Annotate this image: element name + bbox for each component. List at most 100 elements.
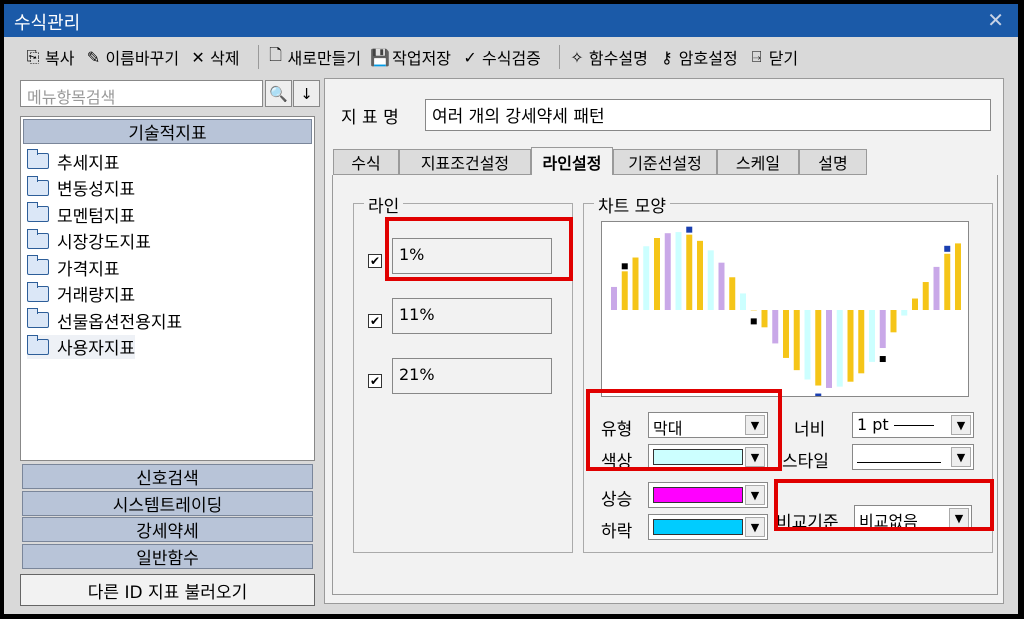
preview-bar xyxy=(718,262,725,310)
preview-marker xyxy=(815,393,822,396)
load-other-id-button[interactable]: 다른 ID 지표 불러오기 xyxy=(20,574,315,606)
close-icon[interactable]: ✕ xyxy=(987,8,1004,32)
category-header-technical[interactable]: 기술적지표 xyxy=(23,119,312,144)
chevron-down-icon[interactable]: ▼ xyxy=(745,517,765,537)
tab[interactable]: 지표조건설정 xyxy=(399,149,531,175)
toolbar-label: 복사 xyxy=(45,49,75,68)
preview-bar xyxy=(740,293,746,310)
tree-item[interactable]: 모멘텀지표 xyxy=(26,202,135,227)
tab[interactable]: 수식 xyxy=(333,149,399,175)
line-checkbox[interactable]: ✔ xyxy=(368,254,382,268)
chart-shape-label: 차트 모양 xyxy=(594,192,670,217)
formula-manager-window: 수식관리 ✕ ⎘ 복사 ✎ 이름바꾸기 ✕ 삭제 🗋 새로만들기 💾 작업저장 ✓ 수식검증 ✧ 함수설명… xyxy=(4,4,1018,614)
up-color-select[interactable]: ▼ xyxy=(648,482,768,508)
preview-bar xyxy=(621,271,628,310)
rename-icon: ✎ xyxy=(86,47,101,67)
tab[interactable]: 기준선설정 xyxy=(613,149,717,175)
indicator-name-field[interactable]: 여러 개의 강세약세 패턴 xyxy=(425,99,991,131)
category-section[interactable]: 강세약세 xyxy=(22,517,313,542)
toolbar: ⎘ 복사 ✎ 이름바꾸기 ✕ 삭제 🗋 새로만들기 💾 작업저장 ✓ 수식검증 ✧ 함수설명 ⚷ 암호설정 ⍈ 닫… xyxy=(4,40,1018,74)
preview-marker xyxy=(750,318,757,325)
preview-bar xyxy=(933,266,940,310)
toolbar-button-1[interactable]: ✎ 이름바꾸기 xyxy=(84,43,179,71)
toolbar-label: 암호설정 xyxy=(678,49,738,68)
toolbar-button-3[interactable]: 🗋 새로만들기 xyxy=(267,43,361,71)
tree-item-label: 변동성지표 xyxy=(57,180,136,200)
preview-bar xyxy=(944,253,951,310)
folder-icon xyxy=(26,228,49,249)
chevron-down-icon[interactable]: ▼ xyxy=(745,485,765,505)
menu-search-input[interactable]: 메뉴항목검색 xyxy=(20,80,263,107)
down-label: 하락 xyxy=(601,522,633,542)
tree-item[interactable]: 가격지표 xyxy=(26,255,120,280)
preview-bar xyxy=(793,310,800,371)
preview-bar xyxy=(869,310,875,362)
preview-bar xyxy=(632,257,639,310)
line-value-field[interactable]: 11% xyxy=(392,298,552,334)
style-select[interactable]: ▼ xyxy=(852,444,974,470)
exit-icon: ⍈ xyxy=(751,47,762,66)
toolbar-button-0[interactable]: ⎘ 복사 xyxy=(24,43,75,71)
preview-bar xyxy=(675,232,682,310)
style-label: 스타일 xyxy=(782,452,829,472)
title-bar: 수식관리 ✕ xyxy=(4,4,1018,37)
preview-marker xyxy=(686,226,693,233)
search-icon[interactable]: 🔍 xyxy=(265,80,292,107)
chevron-down-icon[interactable]: ▼ xyxy=(951,447,971,467)
category-section[interactable]: 시스템트레이딩 xyxy=(22,490,313,516)
toolbar-button-6[interactable]: ✧ 함수설명 xyxy=(568,43,648,71)
highlight-type-color xyxy=(586,389,782,471)
preview-bar xyxy=(901,310,908,316)
left-panel: 메뉴항목검색 🔍 ↓ 기술적지표 추세지표변동성지표 모멘텀지표시장강도지표 가격지… xyxy=(12,76,320,606)
width-label: 너비 xyxy=(794,420,826,440)
preview-bar xyxy=(836,310,843,387)
up-label: 상승 xyxy=(601,490,633,510)
delete-icon: ✕ xyxy=(191,47,205,67)
folder-icon xyxy=(26,308,49,328)
preview-bar xyxy=(686,234,693,310)
tree-item[interactable]: 추세지표 xyxy=(26,149,120,174)
tree-item[interactable]: 거래량지표 xyxy=(26,281,135,306)
toolbar-label: 이름바꾸기 xyxy=(105,49,180,68)
toolbar-button-2[interactable]: ✕ 삭제 xyxy=(189,43,239,71)
highlight-compare xyxy=(774,479,994,531)
tree-item[interactable]: 변동성지표 xyxy=(26,175,136,200)
tree-item[interactable]: 사용자지표 xyxy=(26,334,136,359)
preview-bar xyxy=(707,250,714,310)
down-arrow-icon[interactable]: ↓ xyxy=(293,80,320,107)
preview-bar xyxy=(804,310,811,380)
chevron-down-icon[interactable]: ▼ xyxy=(951,415,971,435)
line-checkbox[interactable]: ✔ xyxy=(368,374,382,388)
tree-item-label: 시장강도지표 xyxy=(57,233,151,253)
toolbar-button-7[interactable]: ⚷ 암호설정 xyxy=(658,43,738,71)
down-color-select[interactable]: ▼ xyxy=(648,514,768,540)
category-section[interactable]: 신호검색 xyxy=(22,464,313,489)
toolbar-button-4[interactable]: 💾 작업저장 xyxy=(370,43,451,71)
category-section[interactable]: 일반함수 xyxy=(22,543,313,569)
preview-marker xyxy=(621,263,628,270)
preview-bar xyxy=(611,286,617,310)
preview-bar xyxy=(955,243,961,310)
preview-marker xyxy=(879,356,886,363)
style-line-sample xyxy=(857,462,941,463)
toolbar-label: 수식검증 xyxy=(482,49,541,68)
preview-bar xyxy=(643,246,650,310)
tree-item[interactable]: 시장강도지표 xyxy=(26,228,151,253)
tab[interactable]: 스케일 xyxy=(717,149,799,175)
preview-bar xyxy=(815,310,822,386)
tab[interactable]: 라인설정 xyxy=(531,147,613,175)
tree-item-label: 사용자지표 xyxy=(57,339,136,359)
toolbar-button-5[interactable]: ✓ 수식검증 xyxy=(461,43,541,71)
line-value-field[interactable]: 21% xyxy=(392,358,552,394)
toolbar-button-8[interactable]: ⍈ 닫기 xyxy=(748,43,798,71)
preview-bar xyxy=(761,310,768,328)
down-color-swatch xyxy=(653,519,743,535)
width-select[interactable]: 1 pt ▼ xyxy=(852,412,974,438)
line-checkbox[interactable]: ✔ xyxy=(368,314,382,328)
up-color-swatch xyxy=(653,487,743,503)
preview-bar xyxy=(729,277,736,310)
verify-icon: ✓ xyxy=(463,47,477,67)
tab[interactable]: 설명 xyxy=(799,149,867,175)
toolbar-label: 삭제 xyxy=(210,49,240,68)
tree-item[interactable]: 선물옵션전용지표 xyxy=(26,308,182,333)
